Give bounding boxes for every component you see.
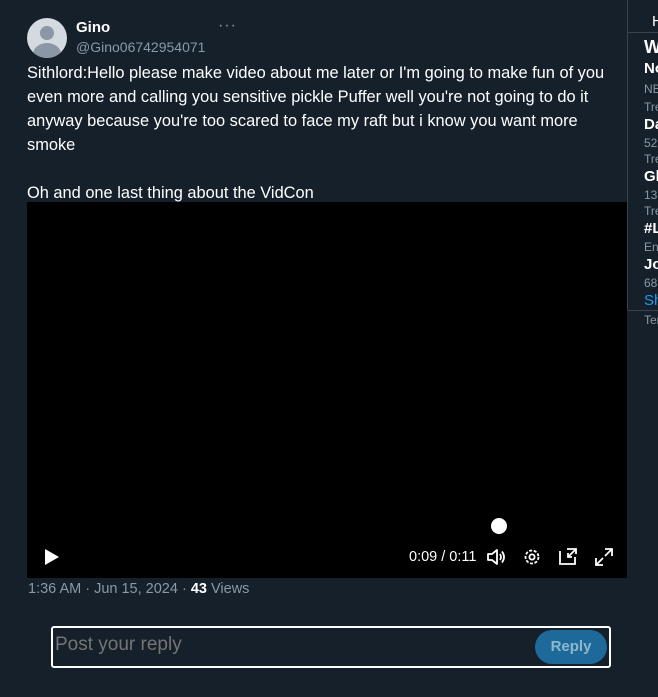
trend-label: Tre bbox=[644, 100, 658, 114]
views-label: Views bbox=[206, 581, 250, 597]
trend-meta: 68 bbox=[644, 276, 658, 290]
terms-link[interactable]: Ter bbox=[644, 313, 658, 327]
trend-meta: NB bbox=[644, 82, 658, 96]
video-scrubber-handle[interactable] bbox=[491, 518, 507, 534]
settings-gear-icon[interactable] bbox=[522, 547, 542, 567]
show-more-link[interactable]: Sh bbox=[644, 292, 658, 309]
picture-in-picture-icon[interactable] bbox=[558, 547, 578, 567]
avatar-body-shape bbox=[33, 43, 61, 58]
reply-composer: Reply bbox=[51, 626, 611, 668]
more-options-icon[interactable]: ··· bbox=[218, 18, 237, 34]
tweet-detail: Gino @Gino06742954071 ··· Sithlord:Hello… bbox=[0, 0, 627, 697]
reply-input[interactable] bbox=[55, 634, 525, 656]
trends-heading: W bbox=[644, 37, 658, 57]
tweet-text: Sithlord:Hello please make video about m… bbox=[27, 64, 605, 202]
views-count: 43 bbox=[190, 581, 207, 597]
trend-meta: En bbox=[644, 240, 658, 254]
tweet-timestamp[interactable]: 1:36 AM · Jun 15, 2024 · bbox=[28, 581, 191, 597]
avatar-head-shape bbox=[40, 26, 54, 40]
trend-meta: 52 bbox=[644, 136, 658, 150]
trend-title[interactable]: Da bbox=[644, 116, 658, 133]
author-name[interactable]: Gino bbox=[76, 19, 110, 36]
trend-meta: 13 bbox=[644, 188, 658, 202]
trend-title[interactable]: Jo bbox=[644, 256, 658, 273]
sidebar-divider bbox=[628, 310, 658, 311]
avatar[interactable] bbox=[27, 18, 67, 58]
trend-title[interactable]: No bbox=[644, 60, 658, 77]
reply-button[interactable]: Reply bbox=[535, 630, 607, 664]
trend-title[interactable]: Gl bbox=[644, 168, 658, 185]
trend-label: Tre bbox=[644, 152, 658, 166]
volume-icon[interactable] bbox=[486, 547, 506, 567]
sidebar-divider bbox=[628, 32, 658, 33]
trend-title[interactable]: #L bbox=[644, 220, 658, 237]
fullscreen-icon[interactable] bbox=[594, 547, 614, 567]
tweet-meta: 1:36 AM · Jun 15, 2024 · 43 Views bbox=[28, 581, 249, 597]
video-time: 0:09 / 0:11 bbox=[409, 549, 477, 565]
right-sidebar: H W No NB Tre Da 52 Tre Gl 13 Tre #L En … bbox=[628, 0, 658, 697]
sidebar-tab-partial[interactable]: H bbox=[652, 13, 658, 30]
video-player[interactable]: 0:09 / 0:11 bbox=[27, 202, 627, 578]
trend-label: Tre bbox=[644, 204, 658, 218]
author-handle[interactable]: @Gino06742954071 bbox=[76, 39, 205, 55]
play-icon[interactable] bbox=[41, 547, 61, 567]
